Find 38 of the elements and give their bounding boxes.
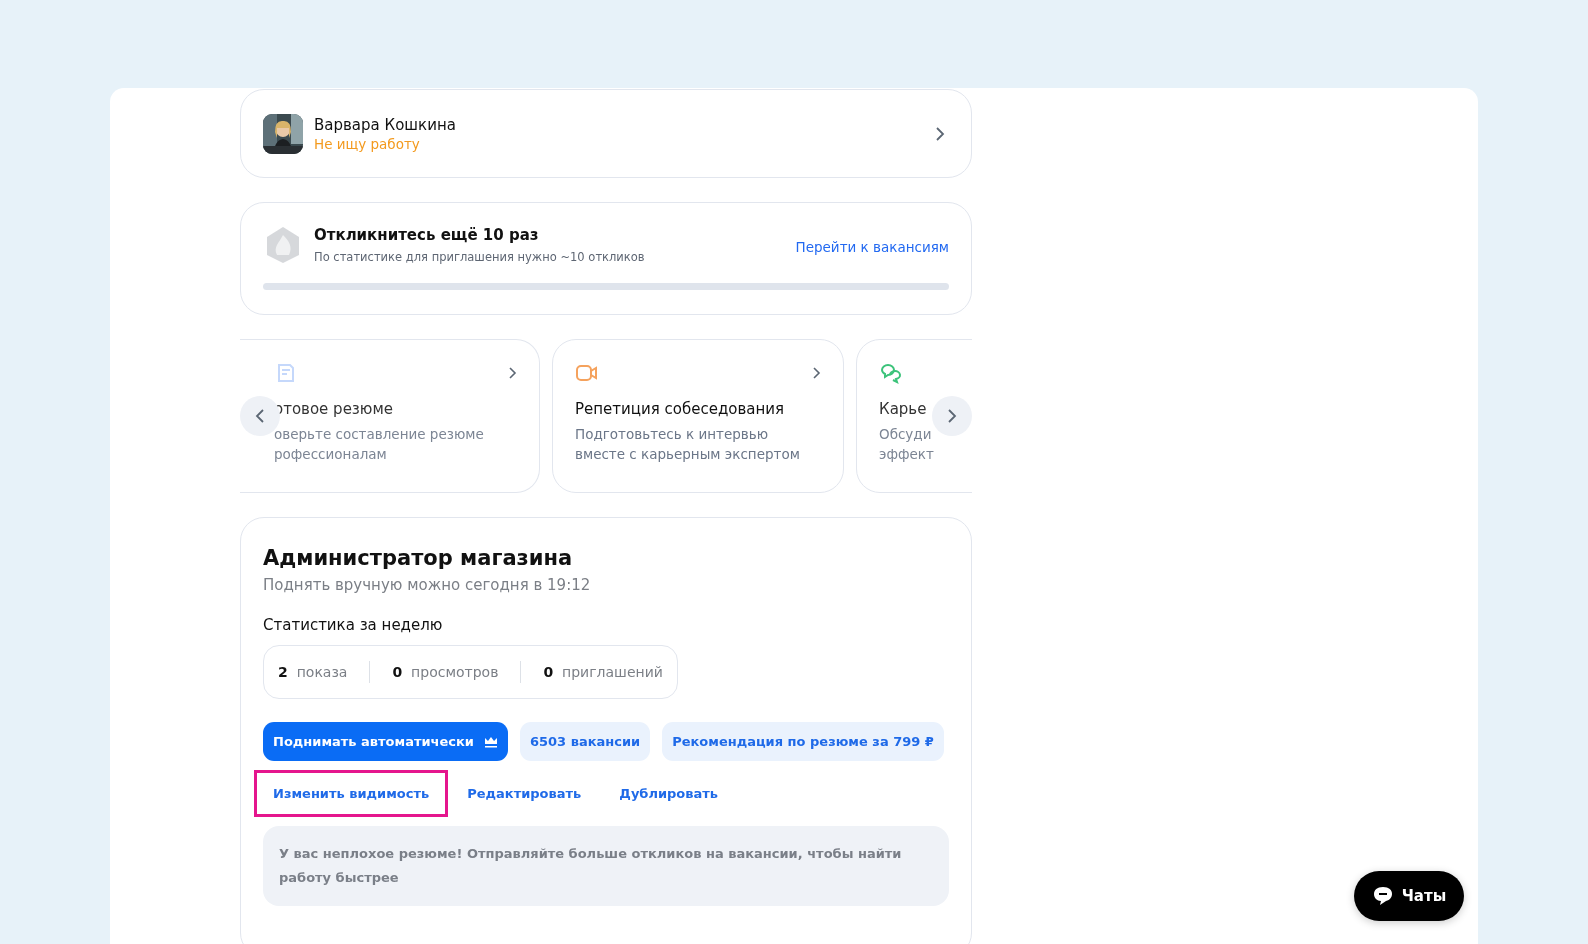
crown-icon — [483, 735, 498, 748]
service-description: Обсуди — [879, 425, 932, 444]
stat-value: 2 показа — [278, 664, 348, 680]
action-button[interactable]: Поднимать автоматически — [263, 722, 508, 761]
chevron-right-icon — [811, 365, 821, 381]
service-card[interactable]: Репетиция собеседования Подготовьтесь к интервью вместе с карьерным экспертом — [552, 339, 844, 493]
stat-value: 0 просмотров — [392, 664, 499, 680]
action-button[interactable]: Рекомендация по резюме за 799 ₽ — [662, 722, 944, 761]
carousel-next-button[interactable] — [932, 396, 972, 436]
goal-subtitle: По статистике для приглашения нужно ~10 откликов — [314, 250, 646, 264]
chevron-left-icon — [255, 408, 265, 424]
chats-button[interactable]: Чаты — [1354, 871, 1464, 921]
service-description: вместе с карьерным экспертом — [575, 445, 800, 464]
stats-title: Статистика за неделю — [263, 616, 443, 634]
action-link[interactable]: Изменить видимость — [254, 770, 449, 817]
vacancies-link[interactable]: Перейти к вакансиям — [795, 239, 949, 255]
resume-subtitle: Поднять вручную можно сегодня в 19:12 — [263, 576, 591, 594]
resume-title[interactable]: Администратор магазина — [263, 546, 573, 570]
service-title: Репетиция собеседования — [575, 400, 785, 418]
chevron-right-icon — [935, 125, 945, 142]
service-title: Карье — [879, 400, 927, 418]
service-description: рофессионалам — [274, 445, 387, 464]
job-status: Не ищу работу — [314, 135, 421, 152]
action-button[interactable]: 6503 вакансии — [519, 722, 651, 761]
goal-title: Откликнитесь ещё 10 раз — [314, 226, 540, 244]
profile-card[interactable]: Варвара Кошкина Не ищу работу — [240, 89, 972, 178]
chevron-right-icon — [507, 365, 517, 381]
service-description: Подготовьтесь к интервью — [575, 425, 769, 444]
action-link[interactable]: Редактировать — [464, 770, 601, 817]
chat-bubbles-icon — [879, 361, 903, 385]
chevron-right-icon — [947, 408, 957, 424]
user-name: Варвара Кошкина — [314, 115, 457, 134]
stat-value: 0 приглашений — [543, 664, 663, 680]
chat-icon — [1371, 885, 1394, 907]
notice-banner: У вас неплохое резюме! Отправляйте больше откликов на вакансии, чтобы найти работу быстрее — [263, 826, 949, 906]
action-link[interactable]: Дублировать — [616, 770, 738, 817]
service-description: эффект — [879, 445, 934, 464]
service-description: оверьте составление резюме — [274, 425, 484, 444]
